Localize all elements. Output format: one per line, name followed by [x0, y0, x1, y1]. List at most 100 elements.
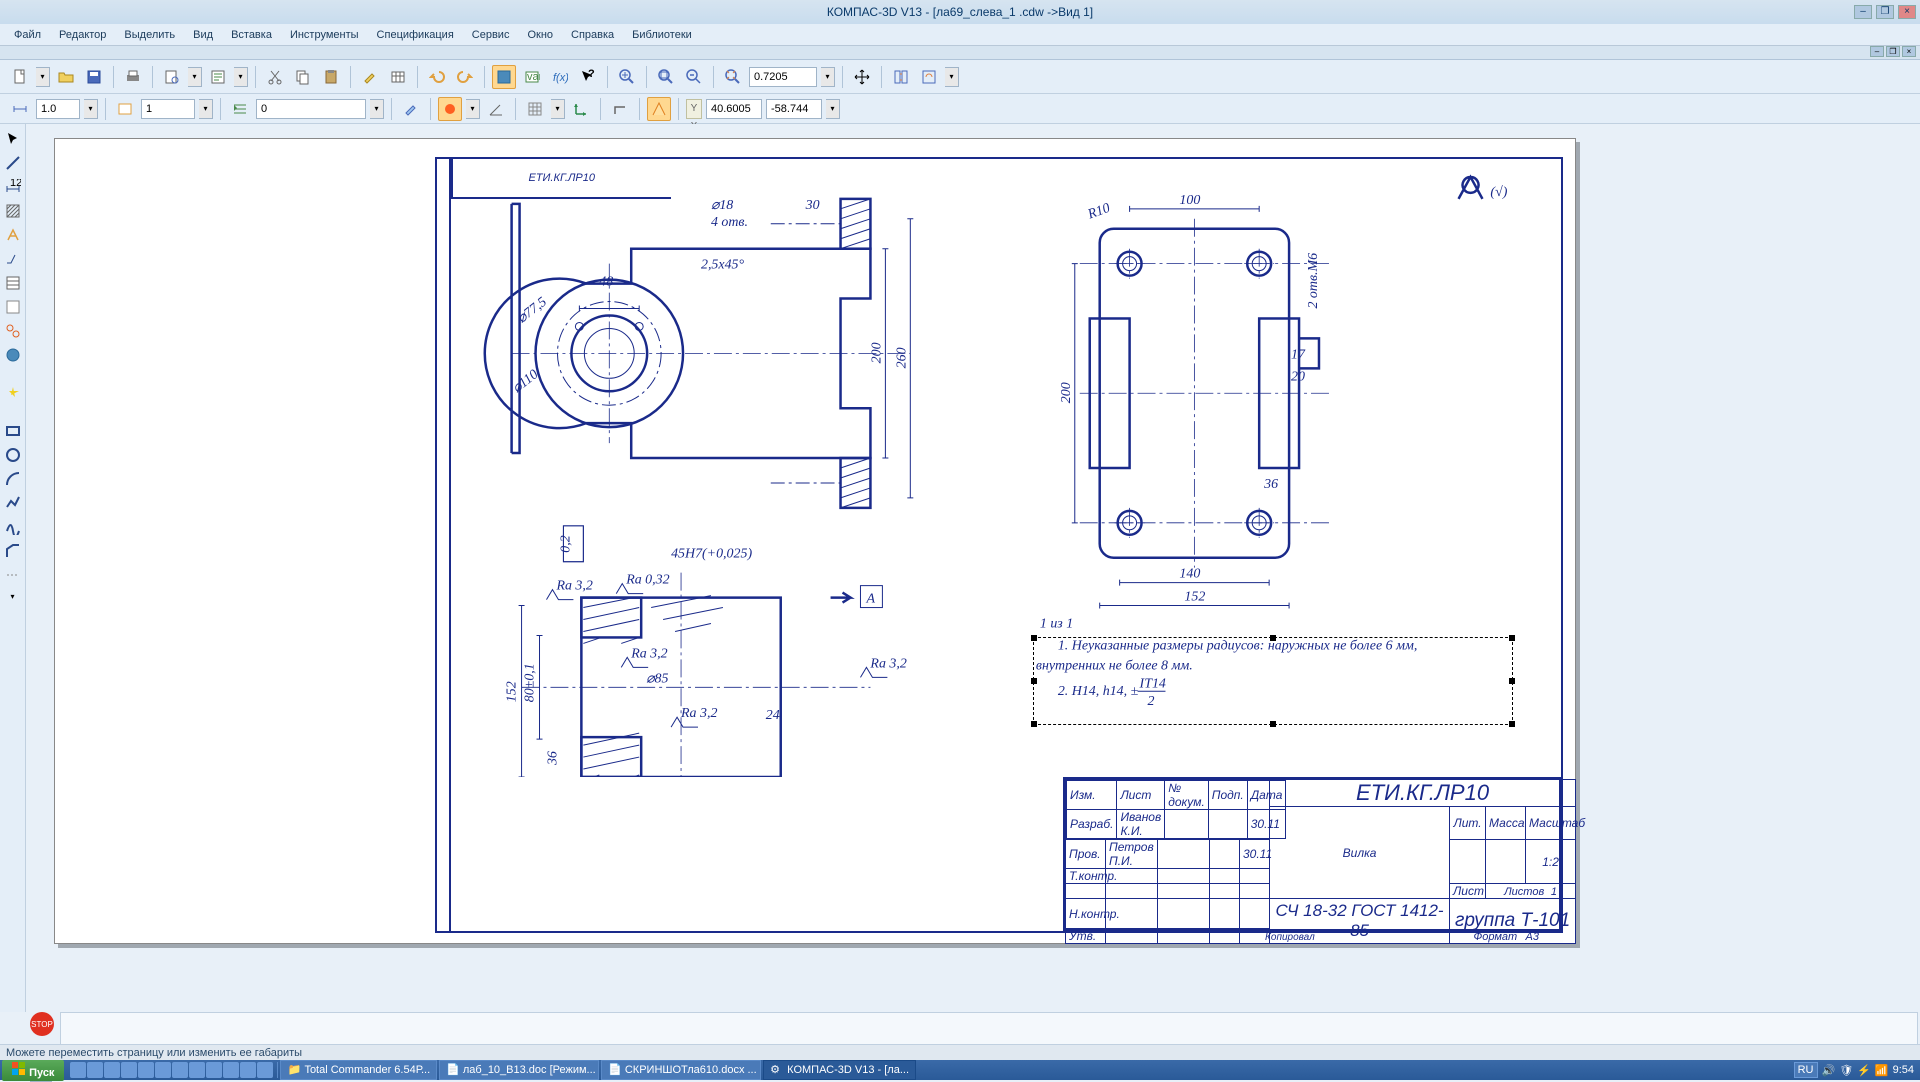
dimension-tool[interactable]: 12: [2, 176, 24, 198]
circle-tool[interactable]: [2, 444, 24, 466]
zoom-value-input[interactable]: [749, 67, 817, 87]
cut-button[interactable]: [263, 65, 287, 89]
polyline-tool[interactable]: [2, 492, 24, 514]
coord-x-input[interactable]: [706, 99, 762, 119]
zoom-dropdown[interactable]: ▾: [821, 67, 835, 87]
ql-11[interactable]: [240, 1062, 256, 1078]
ql-8[interactable]: [189, 1062, 205, 1078]
selection-box[interactable]: [1033, 637, 1513, 725]
layer-number-input[interactable]: [141, 99, 195, 119]
rect-tool[interactable]: [2, 420, 24, 442]
menu-insert[interactable]: Вставка: [225, 27, 278, 43]
preview-dropdown[interactable]: ▾: [188, 67, 202, 87]
ql-4[interactable]: [121, 1062, 137, 1078]
refresh-button[interactable]: [917, 65, 941, 89]
copy-button[interactable]: [291, 65, 315, 89]
save-button[interactable]: [82, 65, 106, 89]
paste-button[interactable]: [319, 65, 343, 89]
help-cursor-button[interactable]: ?: [576, 65, 600, 89]
ql-1[interactable]: [70, 1062, 86, 1078]
tray-icon[interactable]: 🛡: [1839, 1064, 1853, 1077]
canvas-area[interactable]: ЕТИ.КГ.ЛР10: [26, 124, 1920, 1012]
aux-line-tool[interactable]: [2, 564, 24, 586]
tray-icon[interactable]: 🔊: [1822, 1064, 1836, 1077]
grid-dropdown[interactable]: ▾: [551, 99, 565, 119]
table-tool[interactable]: [2, 296, 24, 318]
menu-service[interactable]: Сервис: [466, 27, 516, 43]
ql-7[interactable]: [172, 1062, 188, 1078]
print-button[interactable]: [121, 65, 145, 89]
redo-button[interactable]: [453, 65, 477, 89]
round-button[interactable]: [647, 97, 671, 121]
chamfer-tool[interactable]: [2, 540, 24, 562]
toolbox-overflow[interactable]: ▾: [6, 588, 20, 602]
ql-5[interactable]: [138, 1062, 154, 1078]
taskbar-item[interactable]: ⚙КОМПАС-3D V13 - [ла...: [763, 1060, 916, 1080]
surface-tool[interactable]: [2, 248, 24, 270]
ql-12[interactable]: [257, 1062, 273, 1078]
format-painter-button[interactable]: [358, 65, 382, 89]
line-weight-dropdown[interactable]: ▾: [84, 99, 98, 119]
maximize-button[interactable]: ❐: [1876, 5, 1894, 19]
fx-button[interactable]: f(x): [548, 65, 572, 89]
open-button[interactable]: [54, 65, 78, 89]
spec-tool[interactable]: [2, 272, 24, 294]
snap-dropdown[interactable]: ▾: [466, 99, 480, 119]
stop-button[interactable]: STOP: [30, 1012, 54, 1036]
layer-icon[interactable]: [113, 97, 137, 121]
point-tool[interactable]: [2, 382, 24, 404]
menu-window[interactable]: Окно: [521, 27, 559, 43]
menu-spec[interactable]: Спецификация: [371, 27, 460, 43]
properties-dropdown[interactable]: ▾: [234, 67, 248, 87]
new-doc-dropdown[interactable]: ▾: [36, 67, 50, 87]
menu-libs[interactable]: Библиотеки: [626, 27, 698, 43]
menu-tools[interactable]: Инструменты: [284, 27, 365, 43]
arc-tool[interactable]: [2, 468, 24, 490]
hatch-tool[interactable]: [2, 200, 24, 222]
mdi-close[interactable]: ×: [1902, 46, 1916, 57]
coord-y-input[interactable]: [766, 99, 822, 119]
preview-button[interactable]: [160, 65, 184, 89]
variables-button[interactable]: var: [520, 65, 544, 89]
menu-edit[interactable]: Редактор: [53, 27, 112, 43]
pan-button[interactable]: [850, 65, 874, 89]
ql-9[interactable]: [206, 1062, 222, 1078]
zoom-dynamic-button[interactable]: [682, 65, 706, 89]
dimension-mode-icon[interactable]: [8, 97, 32, 121]
zoom-fit-button[interactable]: [721, 65, 745, 89]
menu-file[interactable]: Файл: [8, 27, 47, 43]
layer-dropdown[interactable]: ▾: [199, 99, 213, 119]
zoom-window-button[interactable]: [654, 65, 678, 89]
snap-mode-button[interactable]: [438, 97, 462, 121]
edit-style-button[interactable]: [399, 97, 423, 121]
undo-button[interactable]: [425, 65, 449, 89]
tray-icon[interactable]: 📶: [1875, 1064, 1889, 1077]
coord-overflow[interactable]: ▾: [826, 99, 840, 119]
style-icon[interactable]: [228, 97, 252, 121]
manager-button[interactable]: [492, 65, 516, 89]
table-button[interactable]: [386, 65, 410, 89]
associate-tool[interactable]: [2, 320, 24, 342]
clock[interactable]: 9:54: [1893, 1064, 1914, 1076]
angle-snap-button[interactable]: [484, 97, 508, 121]
taskbar-item[interactable]: 📁Total Commander 6.54Р...: [280, 1060, 437, 1080]
mdi-restore[interactable]: ❐: [1886, 46, 1900, 57]
ql-3[interactable]: [104, 1062, 120, 1078]
text-tool[interactable]: [2, 224, 24, 246]
ql-2[interactable]: [87, 1062, 103, 1078]
ql-6[interactable]: [155, 1062, 171, 1078]
mdi-minimize[interactable]: –: [1870, 46, 1884, 57]
toolbar-overflow[interactable]: ▾: [945, 67, 959, 87]
style-dropdown[interactable]: ▾: [370, 99, 384, 119]
globe-tool[interactable]: [2, 344, 24, 366]
line-weight-input[interactable]: [36, 99, 80, 119]
tray-icon[interactable]: ⚡: [1857, 1064, 1871, 1077]
close-button[interactable]: ×: [1898, 5, 1916, 19]
minimize-button[interactable]: –: [1854, 5, 1872, 19]
ql-10[interactable]: [223, 1062, 239, 1078]
style-number-input[interactable]: [256, 99, 366, 119]
grid-button[interactable]: [523, 97, 547, 121]
ortho-button[interactable]: [608, 97, 632, 121]
zoom-in-button[interactable]: [615, 65, 639, 89]
drawing-sheet[interactable]: ЕТИ.КГ.ЛР10: [54, 138, 1576, 944]
